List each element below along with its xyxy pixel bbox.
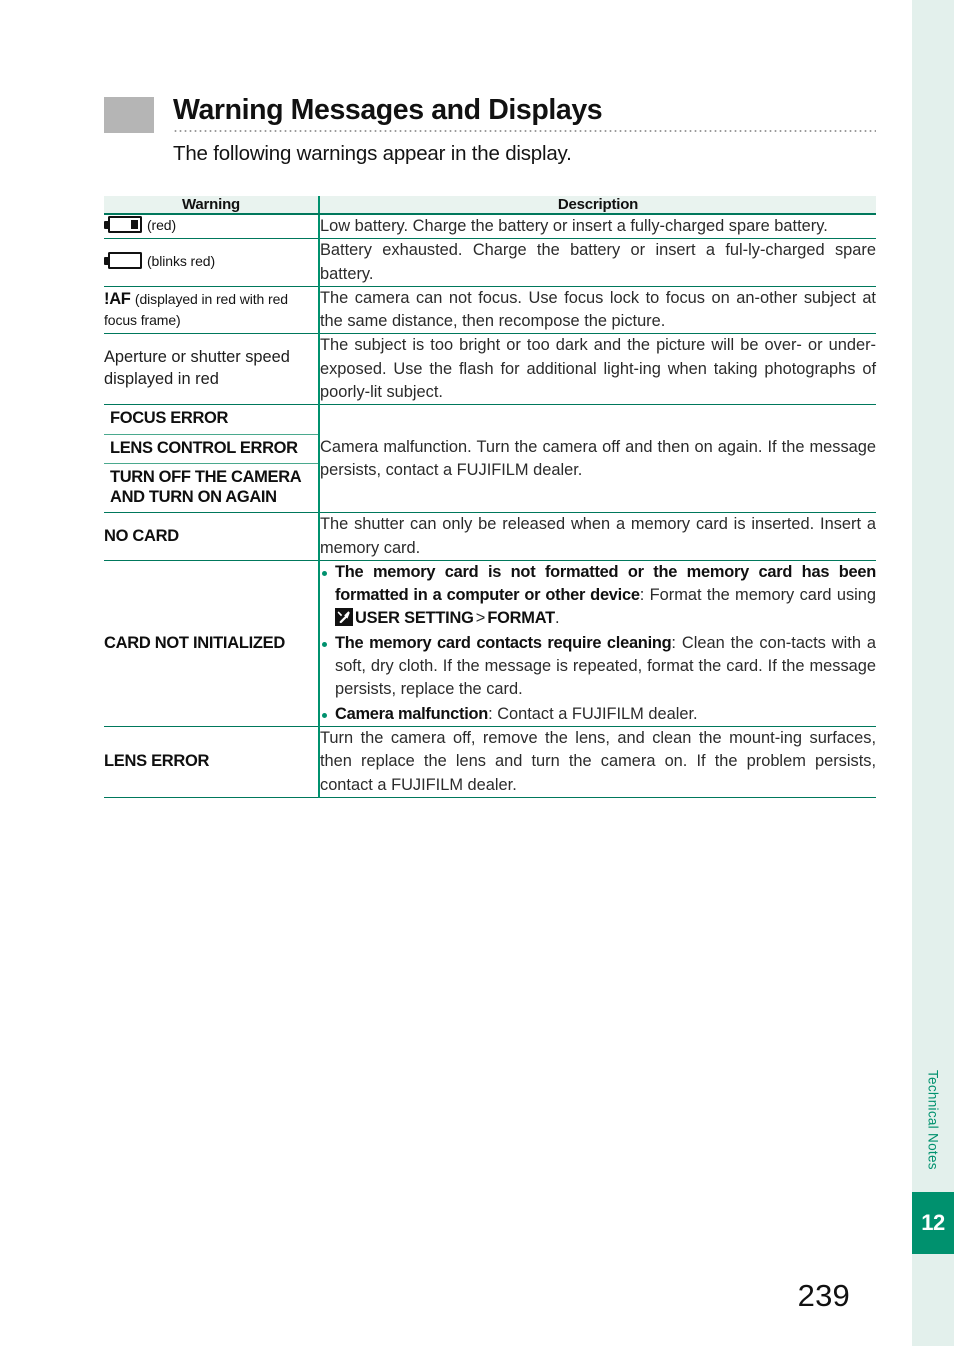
bullet-trailing-period: . bbox=[555, 609, 560, 628]
description-text: Battery exhausted. Charge the battery or… bbox=[320, 241, 876, 283]
bullet-text: Format the memory card using bbox=[649, 586, 877, 605]
bullet-separator: : bbox=[639, 586, 650, 605]
warning-label-focus-error: FOCUS ERROR bbox=[104, 405, 318, 435]
document-page: Warning Messages and Displays The follow… bbox=[0, 0, 912, 1346]
description-cell: The memory card is not formatted or the … bbox=[319, 560, 876, 727]
warning-label: CARD NOT INITIALIZED bbox=[104, 633, 285, 652]
bullet-text: Contact a FUJIFILM dealer. bbox=[497, 704, 698, 723]
table-row: CARD NOT INITIALIZED The memory card is … bbox=[104, 560, 876, 727]
page-title: Warning Messages and Displays bbox=[173, 94, 603, 126]
description-cell: The shutter can only be released when a … bbox=[319, 512, 876, 561]
table-row: !AF (displayed in red with red focus fra… bbox=[104, 286, 876, 335]
warning-label: LENS ERROR bbox=[104, 751, 210, 770]
warning-cell-exposure-red: Aperture or shutter speed displayed in r… bbox=[104, 333, 320, 406]
warning-cell-battery-low: (red) bbox=[104, 214, 320, 240]
warning-label: !AF bbox=[104, 290, 131, 309]
description-cell: Camera malfunction. Turn the camera off … bbox=[319, 404, 876, 514]
section-heading: Warning Messages and Displays The follow… bbox=[104, 95, 876, 166]
heading-dotted-rule bbox=[173, 129, 876, 132]
battery-empty-icon bbox=[104, 252, 142, 270]
description-cell: Turn the camera off, remove the lens, an… bbox=[319, 726, 876, 798]
table-row: Aperture or shutter speed displayed in r… bbox=[104, 333, 876, 406]
bullet-separator: : bbox=[488, 704, 498, 723]
battery-low-icon bbox=[104, 216, 142, 234]
description-cell: Low battery. Charge the battery or inser… bbox=[319, 214, 876, 240]
warning-cell-af-error: !AF (displayed in red with red focus fra… bbox=[104, 286, 320, 335]
bullet-separator: : bbox=[671, 633, 682, 652]
warning-messages-table: Warning Description (red) Low battery. C… bbox=[104, 196, 876, 798]
table-row: LENS ERROR Turn the camera off, remove t… bbox=[104, 726, 876, 798]
bullet-bold-lead: The memory card contacts require cleanin… bbox=[335, 633, 672, 652]
page-number: 239 bbox=[797, 1278, 850, 1313]
chapter-name-text: Technical Notes bbox=[925, 1070, 941, 1170]
menu-path-format: FORMAT bbox=[487, 609, 555, 628]
warning-cell-lens-error: LENS ERROR bbox=[104, 726, 320, 798]
warning-note: (blinks red) bbox=[147, 253, 216, 270]
column-header-description: Description bbox=[319, 196, 876, 215]
description-cell: The camera can not focus. Use focus lock… bbox=[319, 286, 876, 335]
description-bullet-list: The memory card is not formatted or the … bbox=[320, 561, 876, 726]
table-row: FOCUS ERROR LENS CONTROL ERROR TURN OFF … bbox=[104, 404, 876, 514]
description-cell: The subject is too bright or too dark an… bbox=[319, 333, 876, 406]
wrench-setting-icon bbox=[335, 608, 353, 627]
table-header-row: Warning Description bbox=[104, 196, 876, 215]
table-row: (red) Low battery. Charge the battery or… bbox=[104, 214, 876, 240]
warning-label: NO CARD bbox=[104, 526, 179, 545]
table-row: (blinks red) Battery exhausted. Charge t… bbox=[104, 238, 876, 287]
description-text: The shutter can only be released when a … bbox=[320, 515, 876, 557]
list-item: Camera malfunction: Contact a FUJIFILM d… bbox=[320, 703, 876, 726]
warning-label: Aperture or shutter speed displayed in r… bbox=[104, 348, 290, 389]
description-text: Low battery. Charge the battery or inser… bbox=[320, 217, 828, 235]
description-cell: Battery exhausted. Charge the battery or… bbox=[319, 238, 876, 287]
table-row: NO CARD The shutter can only be released… bbox=[104, 512, 876, 561]
bullet-bold-lead: Camera malfunction bbox=[335, 704, 489, 723]
column-header-warning: Warning bbox=[104, 196, 320, 215]
description-text: The camera can not focus. Use focus lock… bbox=[320, 288, 876, 331]
warning-label-turn-off-camera: TURN OFF THE CAMERA AND TURN ON AGAIN bbox=[110, 468, 301, 506]
description-text: The subject is too bright or too dark an… bbox=[320, 336, 876, 402]
list-item: The memory card contacts require cleanin… bbox=[320, 632, 876, 702]
menu-path-user-setting: USER SETTING bbox=[355, 609, 474, 628]
chapter-number-tab[interactable]: 12 bbox=[912, 1192, 954, 1254]
chapter-name-label: Technical Notes bbox=[912, 1055, 954, 1185]
warning-cell-battery-empty: (blinks red) bbox=[104, 238, 320, 287]
description-text: Camera malfunction. Turn the camera off … bbox=[320, 437, 876, 479]
warning-label-lens-control-error: LENS CONTROL ERROR bbox=[104, 435, 318, 465]
warning-note: (red) bbox=[147, 217, 177, 234]
list-item: The memory card is not formatted or the … bbox=[320, 561, 876, 631]
heading-marker-square bbox=[104, 97, 154, 133]
description-text: Turn the camera off, remove the lens, an… bbox=[320, 728, 876, 794]
warning-cell-focus-error-group: FOCUS ERROR LENS CONTROL ERROR TURN OFF … bbox=[104, 404, 320, 514]
chapter-number-text: 12 bbox=[921, 1210, 945, 1235]
warning-note: (displayed in red with red focus frame) bbox=[104, 291, 288, 328]
menu-path-separator: > bbox=[475, 609, 486, 628]
section-subtitle: The following warnings appear in the dis… bbox=[173, 141, 572, 165]
warning-cell-card-not-initialized: CARD NOT INITIALIZED bbox=[104, 560, 320, 727]
warning-cell-no-card: NO CARD bbox=[104, 512, 320, 561]
